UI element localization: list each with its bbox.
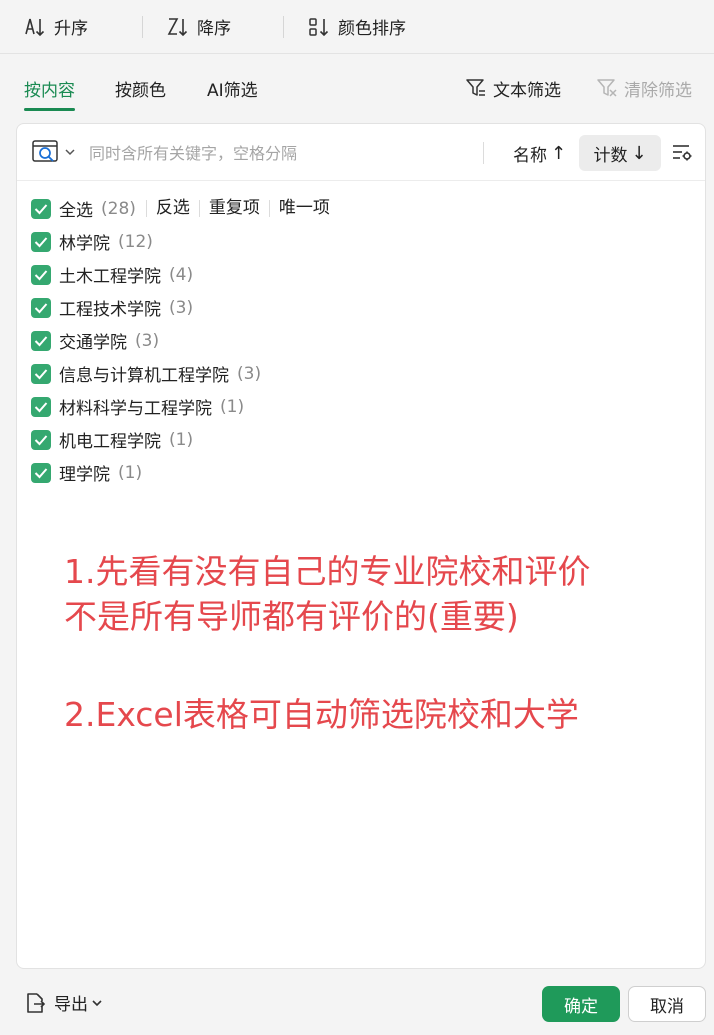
sort-by-count-button[interactable]: 计数 ↓ [579, 135, 661, 171]
item-count: (3) [135, 330, 160, 351]
confirm-button[interactable]: 确定 [542, 986, 620, 1022]
check-icon [34, 269, 48, 280]
item-count: (3) [237, 363, 262, 384]
dialog-footer: 导出 确定 取消 [0, 970, 714, 1035]
export-button[interactable]: 导出 [24, 990, 110, 1015]
item-count: (3) [169, 297, 194, 318]
list-item[interactable]: 机电工程学院 (1) [31, 423, 691, 456]
item-label: 工程技术学院 [59, 300, 161, 320]
sort-toolbar: 升序 降序 颜色排序 [0, 0, 714, 54]
color-sort-button[interactable]: 颜色排序 [284, 0, 406, 54]
check-icon [34, 401, 48, 412]
sort-ascending-icon [25, 18, 45, 36]
item-label: 理学院 [59, 465, 110, 485]
item-count: (4) [169, 264, 194, 285]
check-icon [34, 335, 48, 346]
item-label: 林学院 [59, 234, 110, 254]
sort-descending-label: 降序 [197, 19, 231, 39]
check-icon [34, 302, 48, 313]
item-label: 信息与计算机工程学院 [59, 366, 229, 386]
settings-icon [673, 145, 692, 161]
filter-panel: 名称 ↑ 计数 ↓ 全选 (28) 反选 [16, 123, 706, 969]
tab-by-color[interactable]: 按颜色 [115, 55, 166, 121]
list-item[interactable]: 土木工程学院 (4) [31, 258, 691, 291]
text-filter-label: 文本筛选 [493, 80, 561, 101]
item-count: (1) [220, 396, 245, 417]
item-count: (1) [169, 429, 194, 450]
check-icon [34, 368, 48, 379]
filter-tabs: 按内容 按颜色 AI筛选 文本筛选 清除筛选 [0, 55, 714, 121]
search-icon [32, 140, 58, 162]
sort-by-name-label: 名称 [513, 145, 547, 166]
item-checkbox[interactable] [31, 462, 51, 483]
annotation-text: 2.Excel表格可自动筛选院校和大学 [64, 695, 579, 734]
annotation-text: 1.先看有没有自己的专业院校和评价 [64, 552, 591, 591]
clear-filter-button[interactable]: 清除筛选 [596, 55, 692, 121]
export-icon [27, 992, 46, 1013]
check-icon [34, 434, 48, 445]
search-input[interactable] [89, 138, 469, 168]
item-count: (12) [118, 231, 153, 252]
list-item[interactable]: 工程技术学院 (3) [31, 291, 691, 324]
select-all-row: 全选 (28) 反选 重复项 唯一项 [31, 192, 691, 225]
item-checkbox[interactable] [31, 429, 51, 450]
select-all-checkbox[interactable] [31, 198, 51, 219]
sort-descending-icon [167, 17, 188, 36]
tab-by-content[interactable]: 按内容 [24, 55, 75, 121]
item-checkbox[interactable] [31, 231, 51, 252]
list-item[interactable]: 材料科学与工程学院 (1) [31, 390, 691, 423]
search-mode-dropdown[interactable] [31, 138, 75, 166]
chevron-down-icon [92, 999, 102, 1006]
select-all-count: (28) [101, 198, 136, 219]
color-sort-label: 颜色排序 [338, 19, 406, 39]
item-checkbox[interactable] [31, 396, 51, 417]
search-row: 名称 ↑ 计数 ↓ [17, 124, 705, 181]
sort-by-count-label: 计数 [593, 145, 628, 166]
item-label: 机电工程学院 [59, 432, 161, 452]
check-icon [34, 236, 48, 247]
filter-icon [466, 79, 485, 96]
search-divider [483, 142, 484, 164]
item-count: (1) [118, 462, 143, 483]
invert-selection-link[interactable]: 反选 [145, 200, 199, 217]
export-label: 导出 [54, 995, 88, 1015]
chevron-down-icon [65, 149, 75, 156]
duplicates-link[interactable]: 重复项 [198, 200, 269, 217]
list-item[interactable]: 理学院 (1) [31, 456, 691, 489]
color-sort-icon [309, 17, 329, 36]
sort-descending-button[interactable]: 降序 [143, 0, 259, 54]
arrow-up-icon: ↑ [551, 142, 567, 164]
value-list: 全选 (28) 反选 重复项 唯一项 林学院 (12) 土木工程学院 (4) 工… [31, 192, 691, 489]
sort-ascending-label: 升序 [54, 19, 88, 39]
text-filter-button[interactable]: 文本筛选 [465, 55, 561, 121]
item-checkbox[interactable] [31, 297, 51, 318]
select-all-label[interactable]: 全选 [59, 196, 93, 221]
item-checkbox[interactable] [31, 363, 51, 384]
check-icon [34, 203, 48, 214]
item-label: 土木工程学院 [59, 267, 161, 287]
cancel-button[interactable]: 取消 [628, 986, 706, 1022]
item-checkbox[interactable] [31, 330, 51, 351]
item-label: 材料科学与工程学院 [59, 399, 212, 419]
sort-by-name-button[interactable]: 名称 ↑ [507, 135, 572, 171]
arrow-down-icon: ↓ [631, 142, 647, 164]
sort-ascending-button[interactable]: 升序 [0, 0, 118, 54]
item-checkbox[interactable] [31, 264, 51, 285]
unique-link[interactable]: 唯一项 [268, 200, 339, 217]
clear-filter-label: 清除筛选 [624, 80, 692, 101]
list-settings-button[interactable] [671, 142, 693, 169]
annotation-text: 不是所有导师都有评价的(重要) [64, 597, 519, 636]
list-item[interactable]: 信息与计算机工程学院 (3) [31, 357, 691, 390]
list-item[interactable]: 交通学院 (3) [31, 324, 691, 357]
item-label: 交通学院 [59, 333, 127, 353]
check-icon [34, 467, 48, 478]
list-item[interactable]: 林学院 (12) [31, 225, 691, 258]
clear-filter-icon [597, 79, 617, 97]
tab-ai-filter[interactable]: AI筛选 [207, 55, 258, 121]
